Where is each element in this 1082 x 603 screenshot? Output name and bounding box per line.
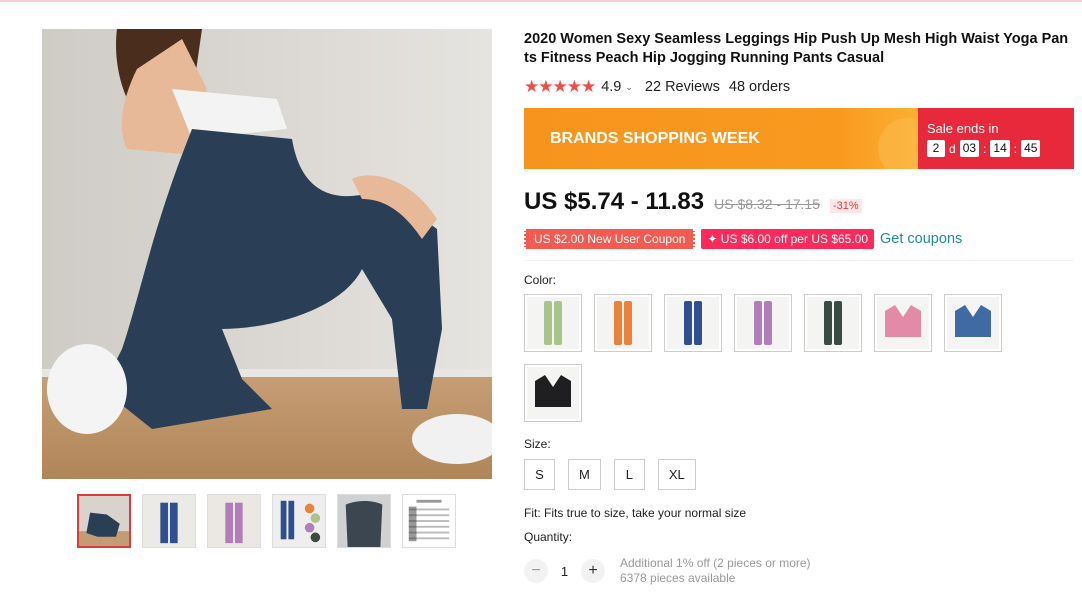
size-option-xl[interactable]: XL [657,459,696,490]
orders-count: 48 orders [728,79,791,95]
quantity-input[interactable]: 1 [548,564,581,579]
chevron-down-icon[interactable]: ⌄ [625,82,633,93]
thumb-dark-leggings[interactable] [77,494,131,548]
new-user-coupon[interactable]: US $2.00 New User Coupon [524,228,696,249]
rating-value[interactable]: 4.9 [601,79,621,95]
quantity-increase-button[interactable]: + [581,559,605,583]
promo-banner-title: BRANDS SHOPPING WEEK [524,108,918,169]
store-coupon[interactable]: ✦ US $6.00 off per US $65.00 [701,228,875,249]
rating-row: ★★★★★ 4.9 ⌄ 22 Reviews 48 orders [524,77,1074,96]
color-swatches [524,294,1024,422]
countdown-hours: 03 [959,140,980,157]
main-product-image[interactable] [42,29,492,479]
size-options: S M L XL [524,459,1074,490]
top-accent-line [0,0,1082,2]
swatch-blue-bra[interactable] [944,294,1002,352]
quantity-decrease-button[interactable]: − [524,559,548,583]
size-option-m[interactable]: M [568,459,601,490]
countdown-separator: : [1013,141,1018,156]
original-price: US $8.32 - 17.15 [714,196,820,212]
countdown-separator: : [983,141,987,156]
bulk-discount-note: Additional 1% off (2 pieces or more) [620,556,811,570]
swatch-fill [554,301,562,345]
countdown-days-unit: d [949,141,956,156]
countdown-minutes: 14 [990,140,1010,157]
thumb-blue-leggings[interactable] [142,494,196,548]
size-option-l[interactable]: L [613,459,645,490]
quantity-stepper: − 1 + Additional 1% off (2 pieces or mor… [524,556,1074,586]
divider [524,260,1074,261]
current-price: US $5.74 - 11.83 [524,188,705,215]
swatch-orange-leggings[interactable] [594,294,652,352]
product-info-panel: 2020 Women Sexy Seamless Leggings Hip Pu… [524,30,1074,586]
rating-stars-icon: ★★★★★ [524,77,596,96]
price-row: US $5.74 - 11.83 US $8.32 - 17.15 -31% [524,188,1074,216]
reviews-link[interactable]: 22 Reviews [645,79,720,95]
coupon-row: US $2.00 New User Coupon ✦ US $6.00 off … [524,228,1074,249]
swatch-dark-green-leggings[interactable] [804,294,862,352]
thumb-size-chart[interactable] [402,494,456,548]
quantity-info: Additional 1% off (2 pieces or more) 637… [620,556,811,586]
swatch-fill [544,301,552,345]
sale-countdown: Sale ends in 2 d 03 : 14 : 45 [918,108,1074,169]
promo-banner[interactable]: BRANDS SHOPPING WEEK Sale ends in 2 d 03… [524,108,1074,169]
size-label: Size: [524,437,551,451]
swatch-black-bra[interactable] [524,364,582,422]
get-coupons-link[interactable]: Get coupons [880,231,962,247]
thumbnail-strip [77,494,456,548]
fit-note: Fit: Fits true to size, take your normal… [524,506,747,520]
thumb-purple-leggings[interactable] [207,494,261,548]
sale-ends-label: Sale ends in [927,121,999,136]
swatch-pink-bra[interactable] [874,294,932,352]
quantity-label: Quantity: [524,530,573,544]
swatch-blue-leggings[interactable] [664,294,722,352]
product-title: 2020 Women Sexy Seamless Leggings Hip Pu… [524,31,1069,66]
countdown-days: 2 [927,140,945,157]
swatch-purple-leggings[interactable] [734,294,792,352]
thumb-gray-leggings[interactable] [337,494,391,548]
thumb-multi-color[interactable] [272,494,326,548]
countdown-timer: 2 d 03 : 14 : 45 [927,140,1074,157]
color-label: Color: [524,273,557,287]
countdown-seconds: 45 [1021,140,1041,157]
stock-available: 6378 pieces available [620,571,736,585]
size-option-s[interactable]: S [524,459,555,490]
swatch-green-leggings[interactable] [524,294,582,352]
discount-badge: -31% [830,199,862,213]
